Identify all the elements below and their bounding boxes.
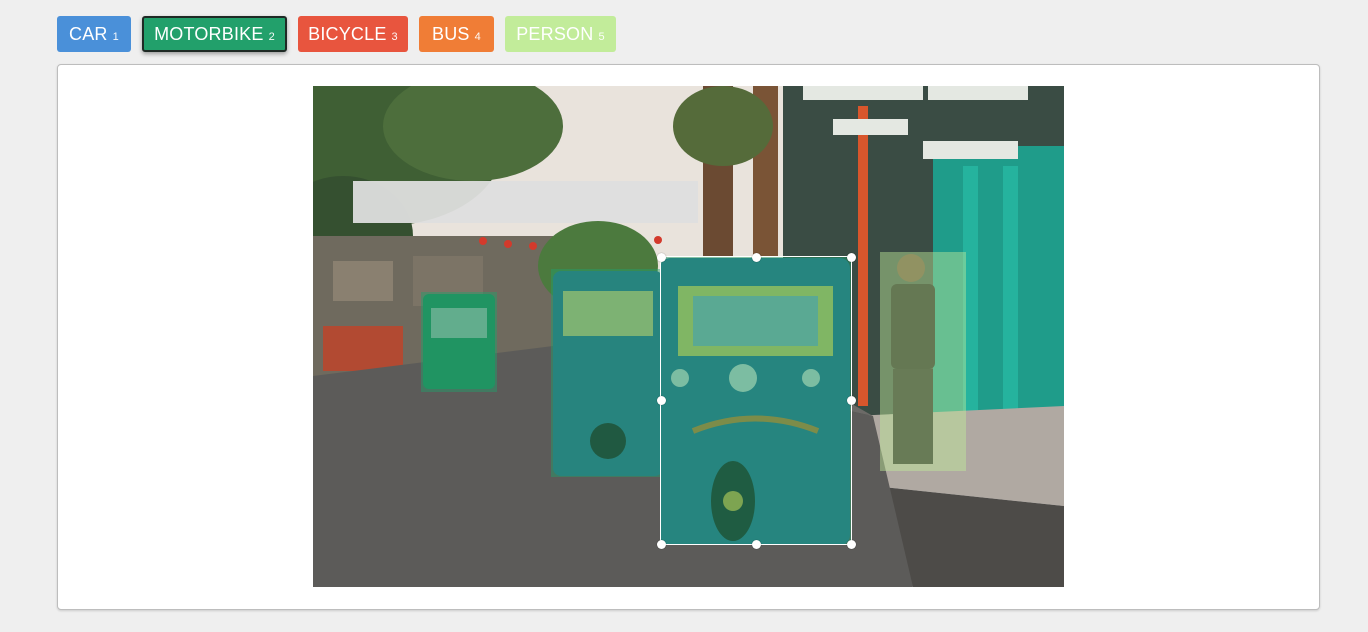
label-name: CAR [69, 24, 108, 44]
label-hotkey: 2 [268, 31, 275, 43]
label-hotkey: 4 [474, 31, 481, 43]
resize-handle-left[interactable] [656, 396, 666, 405]
annotation-box-motorbike-selected[interactable] [656, 252, 856, 549]
resize-handle-right[interactable] [846, 396, 856, 405]
label-hotkey: 3 [391, 31, 398, 43]
resize-handle-top-right[interactable] [846, 252, 856, 262]
label-name: MOTORBIKE [154, 24, 264, 44]
label-button-bicycle[interactable]: BICYCLE 3 [298, 16, 408, 52]
annotation-box-motorbike-far[interactable] [421, 292, 497, 392]
label-button-motorbike[interactable]: MOTORBIKE 2 [142, 16, 287, 52]
annotation-box-motorbike-middle[interactable] [551, 269, 660, 477]
label-hotkey: 5 [598, 31, 605, 43]
label-button-bus[interactable]: BUS 4 [419, 16, 494, 52]
street-photo[interactable] [313, 86, 1064, 587]
label-name: BICYCLE [308, 24, 387, 44]
label-button-person[interactable]: PERSON 5 [505, 16, 616, 52]
label-name: BUS [432, 24, 470, 44]
resize-handle-bottom-left[interactable] [656, 539, 666, 549]
label-hotkey: 1 [112, 31, 119, 43]
label-button-car[interactable]: CAR 1 [57, 16, 131, 52]
resize-handle-bottom-right[interactable] [846, 539, 856, 549]
resize-handle-top[interactable] [751, 252, 761, 262]
resize-handle-top-left[interactable] [656, 252, 666, 262]
annotation-box-person[interactable] [880, 252, 966, 471]
resize-handle-bottom[interactable] [751, 539, 761, 549]
label-name: PERSON [516, 24, 594, 44]
annotation-canvas [57, 64, 1320, 610]
